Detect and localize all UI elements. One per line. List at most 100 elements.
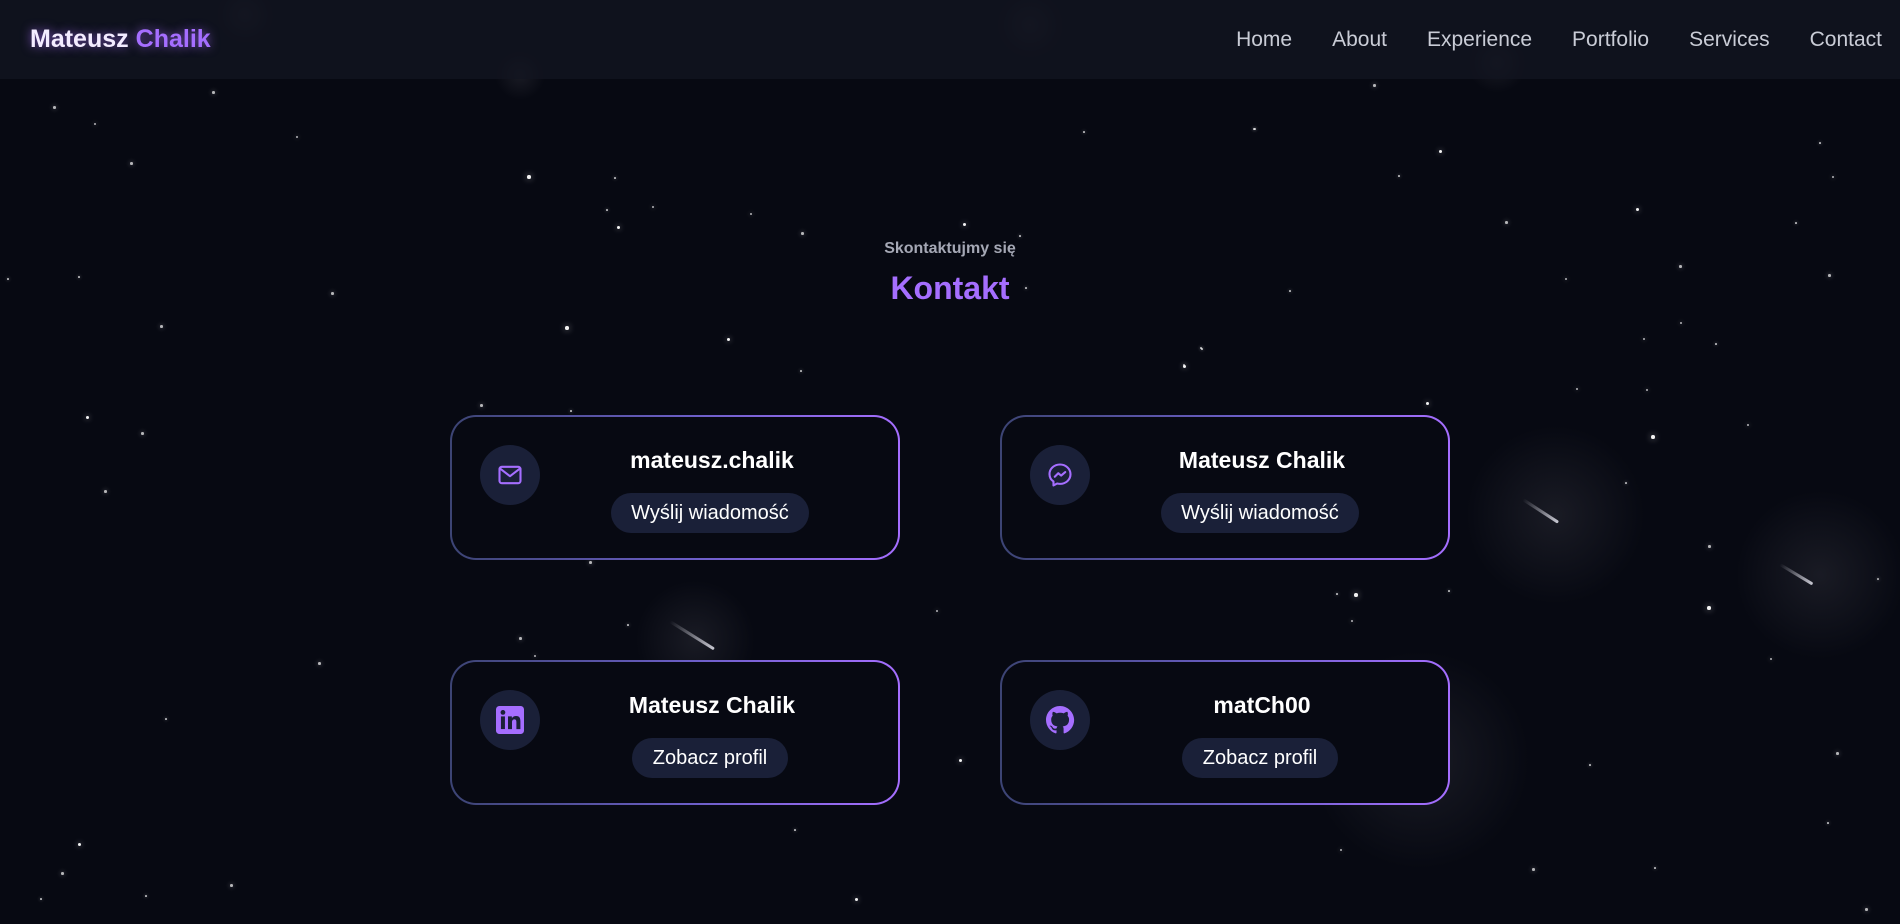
nav-link-portfolio[interactable]: Portfolio xyxy=(1552,28,1669,52)
star xyxy=(727,338,730,341)
star xyxy=(1201,348,1203,350)
starfield-background xyxy=(0,0,1900,924)
star xyxy=(1654,867,1656,869)
star xyxy=(104,490,107,493)
star xyxy=(318,662,321,665)
star xyxy=(94,123,96,125)
star xyxy=(1827,822,1829,824)
star xyxy=(1426,402,1429,405)
star xyxy=(519,637,522,640)
star xyxy=(1448,590,1450,592)
contact-card-linkedin: Mateusz Chalik Zobacz profil xyxy=(450,660,900,805)
star xyxy=(801,232,804,235)
star xyxy=(130,162,133,165)
star xyxy=(1183,364,1185,366)
star xyxy=(1083,131,1085,133)
star xyxy=(750,213,752,215)
nebula-glow xyxy=(1735,490,1900,660)
star xyxy=(1646,389,1648,391)
star xyxy=(1505,221,1508,224)
star xyxy=(1354,593,1358,597)
contact-card-email: mateusz.chalik Wyślij wiadomość xyxy=(450,415,900,560)
star xyxy=(534,655,536,657)
star xyxy=(527,175,531,179)
star xyxy=(296,136,298,138)
star xyxy=(614,177,616,179)
star xyxy=(1351,620,1353,622)
star xyxy=(1819,142,1821,144)
star xyxy=(1373,84,1376,87)
star xyxy=(794,829,796,831)
star xyxy=(1770,658,1772,660)
nav-link-contact[interactable]: Contact xyxy=(1790,28,1882,52)
site-logo[interactable]: Mateusz Chalik xyxy=(30,25,211,54)
star xyxy=(160,325,163,328)
star xyxy=(165,718,167,720)
star xyxy=(1747,424,1749,426)
star xyxy=(141,432,144,435)
star xyxy=(1439,150,1442,153)
star xyxy=(1643,338,1645,340)
star xyxy=(212,91,215,94)
contact-card-github: matCh00 Zobacz profil xyxy=(1000,660,1450,805)
card-title: Mateusz Chalik xyxy=(1178,447,1346,473)
star xyxy=(1715,343,1717,345)
star xyxy=(570,410,572,412)
star xyxy=(589,561,592,564)
nav-link-home[interactable]: Home xyxy=(1216,28,1312,52)
star xyxy=(78,843,81,846)
star xyxy=(86,416,89,419)
star xyxy=(480,404,483,407)
star xyxy=(627,624,629,626)
star xyxy=(963,223,966,226)
section-title: Kontakt xyxy=(890,270,1010,306)
star xyxy=(1019,235,1021,237)
star xyxy=(1576,388,1578,390)
star xyxy=(1865,908,1868,911)
nav-links: Home About Experience Portfolio Services… xyxy=(1216,28,1882,52)
star xyxy=(1532,868,1535,871)
star xyxy=(61,872,64,875)
nav-link-services[interactable]: Services xyxy=(1669,28,1790,52)
star xyxy=(617,226,620,229)
star xyxy=(230,884,233,887)
github-icon xyxy=(1030,690,1090,750)
send-message-button[interactable]: Wyślij wiadomość xyxy=(611,493,809,533)
navbar: Mateusz Chalik Home About Experience Port… xyxy=(0,0,1900,79)
contact-card-messenger: Mateusz Chalik Wyślij wiadomość xyxy=(1000,415,1450,560)
star xyxy=(40,898,42,900)
mail-icon xyxy=(480,445,540,505)
star xyxy=(800,370,802,372)
star xyxy=(1651,435,1655,439)
star xyxy=(1336,593,1338,595)
messenger-icon xyxy=(1030,445,1090,505)
star xyxy=(1340,849,1342,851)
star xyxy=(1836,752,1839,755)
star xyxy=(145,895,147,897)
star xyxy=(1398,175,1400,177)
star xyxy=(652,206,654,208)
card-title: Mateusz Chalik xyxy=(628,692,796,718)
star xyxy=(53,106,56,109)
star xyxy=(1589,764,1591,766)
star xyxy=(1708,545,1711,548)
logo-first-name: Mateusz xyxy=(30,25,129,53)
nav-link-experience[interactable]: Experience xyxy=(1407,28,1552,52)
nav-link-about[interactable]: About xyxy=(1312,28,1407,52)
star xyxy=(959,759,962,762)
star xyxy=(606,209,608,211)
linkedin-icon xyxy=(480,690,540,750)
star xyxy=(855,898,858,901)
view-profile-button[interactable]: Zobacz profil xyxy=(1182,738,1338,778)
star xyxy=(1707,606,1711,610)
view-profile-button[interactable]: Zobacz profil xyxy=(632,738,788,778)
star xyxy=(1254,128,1256,130)
section-subtitle: Skontaktujmy się xyxy=(884,240,1016,257)
send-message-button[interactable]: Wyślij wiadomość xyxy=(1161,493,1359,533)
star xyxy=(1680,322,1682,324)
card-title: mateusz.chalik xyxy=(630,447,794,473)
card-title: matCh00 xyxy=(1213,692,1311,718)
star xyxy=(1679,265,1682,268)
star xyxy=(1636,208,1639,211)
star xyxy=(1795,222,1797,224)
